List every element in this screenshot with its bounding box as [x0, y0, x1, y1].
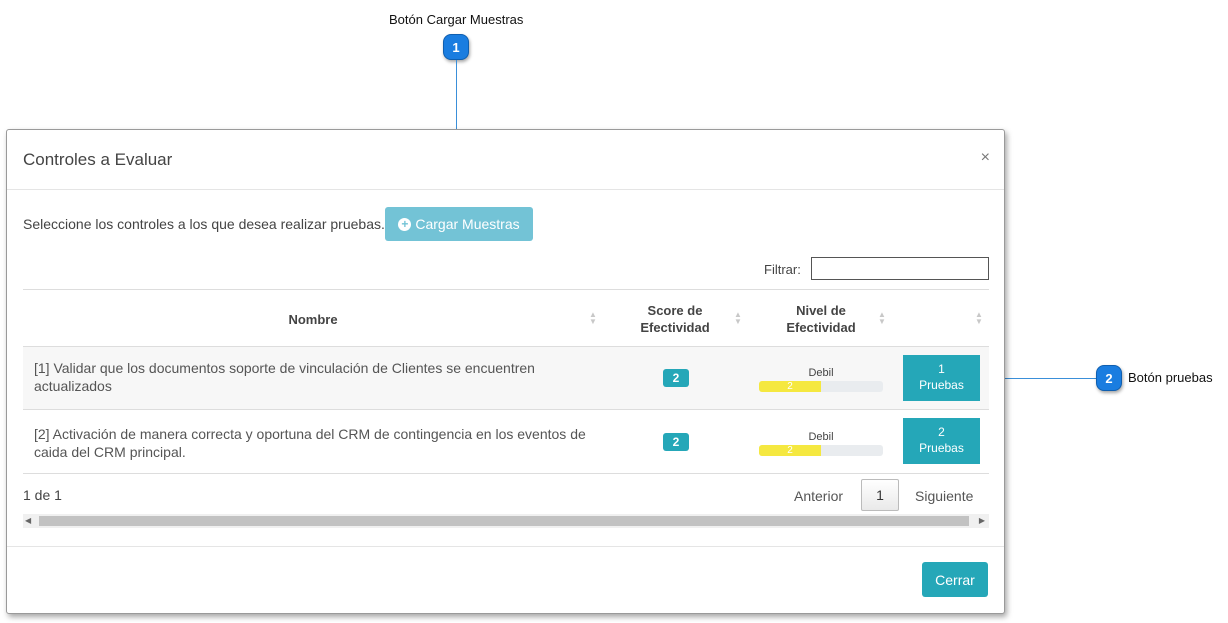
pruebas-button[interactable]: 1 Pruebas: [903, 355, 980, 401]
pagination-next[interactable]: Siguiente: [915, 488, 973, 504]
col-header-score[interactable]: Score de Efectividad: [631, 290, 719, 348]
intro-text: Seleccione los controles a los que desea…: [23, 216, 385, 232]
col-header-actions[interactable]: [903, 290, 963, 348]
pruebas-count: 2: [938, 425, 945, 439]
table-row: [2] Activación de manera correcta y opor…: [23, 410, 989, 474]
filter-input[interactable]: [811, 257, 989, 280]
score-badge: 2: [663, 369, 689, 387]
cargar-muestras-button[interactable]: + Cargar Muestras: [385, 207, 533, 241]
nivel-progress-bar: 2: [759, 445, 883, 456]
filter-label: Filtrar:: [764, 262, 801, 277]
nivel-progress-fill: 2: [759, 445, 821, 456]
scroll-right-icon[interactable]: ▶: [979, 516, 985, 525]
sort-icon[interactable]: ▲ ▼: [734, 311, 742, 327]
pagination-page-1[interactable]: 1: [861, 479, 899, 511]
nivel-label: Debil: [808, 367, 834, 379]
plus-circle-icon: +: [398, 217, 412, 231]
nivel-progress-fill: 2: [759, 381, 821, 392]
horizontal-scrollbar[interactable]: ◀ ▶: [23, 514, 989, 528]
control-name: [1] Validar que los documentos soporte d…: [34, 360, 535, 394]
cerrar-button[interactable]: Cerrar: [922, 562, 988, 597]
pruebas-button[interactable]: 2 Pruebas: [903, 418, 980, 464]
pruebas-label: Pruebas: [919, 441, 964, 455]
table-row: [1] Validar que los documentos soporte d…: [23, 347, 989, 410]
paging-info: 1 de 1: [23, 487, 62, 503]
score-badge: 2: [663, 433, 689, 451]
modal-header: Controles a Evaluar ×: [7, 130, 1004, 190]
sort-icon[interactable]: ▲ ▼: [975, 311, 983, 327]
close-icon[interactable]: ×: [981, 149, 990, 167]
col-header-nombre[interactable]: Nombre: [23, 290, 603, 348]
scroll-left-icon[interactable]: ◀: [25, 516, 31, 525]
sort-icon[interactable]: ▲ ▼: [589, 311, 597, 327]
modal-footer: [7, 546, 1004, 614]
pruebas-count: 1: [938, 362, 945, 376]
callout-badge-2: 2: [1096, 365, 1122, 391]
callout-label-cargar: Botón Cargar Muestras: [389, 12, 524, 27]
cargar-muestras-label: Cargar Muestras: [415, 216, 520, 232]
control-name: [2] Activación de manera correcta y opor…: [34, 426, 586, 460]
scrollbar-thumb[interactable]: [39, 516, 969, 526]
nivel-label: Debil: [808, 431, 834, 443]
controles-modal: Controles a Evaluar × Seleccione los con…: [6, 129, 1005, 614]
table-header: Nombre ▲ ▼ Score de Efectividad ▲ ▼ Nivel …: [23, 289, 989, 347]
pagination-prev[interactable]: Anterior: [794, 488, 843, 504]
callout-label-pruebas: Botón pruebas: [1128, 370, 1213, 385]
sort-icon[interactable]: ▲ ▼: [878, 311, 886, 327]
modal-title: Controles a Evaluar: [23, 150, 173, 169]
col-header-nivel[interactable]: Nivel de Efectividad: [771, 290, 871, 348]
pruebas-label: Pruebas: [919, 378, 964, 392]
callout-badge-1: 1: [443, 34, 469, 60]
nivel-progress-bar: 2: [759, 381, 883, 392]
